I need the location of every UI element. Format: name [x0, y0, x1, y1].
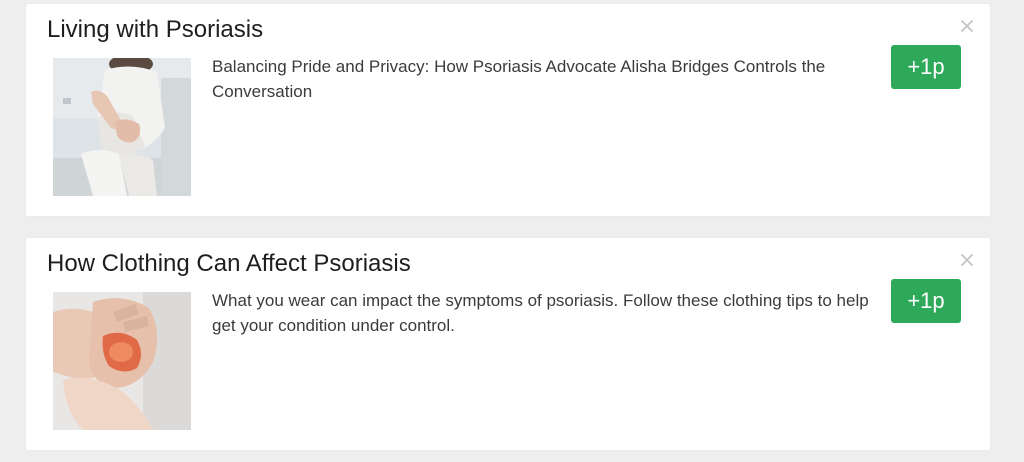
close-icon[interactable]: [958, 17, 976, 35]
article-card[interactable]: How Clothing Can Affect Psoriasis What y…: [26, 238, 990, 450]
article-description[interactable]: Balancing Pride and Privacy: How Psorias…: [212, 54, 872, 104]
card-title[interactable]: How Clothing Can Affect Psoriasis: [47, 249, 411, 279]
card-title[interactable]: Living with Psoriasis: [47, 15, 263, 45]
scratching-hands-photo-icon: [53, 292, 191, 430]
article-feed: Living with Psoriasis Balancing Pride an…: [0, 0, 1024, 462]
article-description[interactable]: What you wear can impact the symptoms of…: [212, 288, 872, 338]
article-thumbnail[interactable]: [53, 58, 191, 196]
article-card[interactable]: Living with Psoriasis Balancing Pride an…: [26, 4, 990, 216]
woman-sitting-photo-icon: [53, 58, 191, 196]
close-icon[interactable]: [958, 251, 976, 269]
points-button[interactable]: +1p: [891, 45, 961, 89]
points-button[interactable]: +1p: [891, 279, 961, 323]
article-thumbnail[interactable]: [53, 292, 191, 430]
